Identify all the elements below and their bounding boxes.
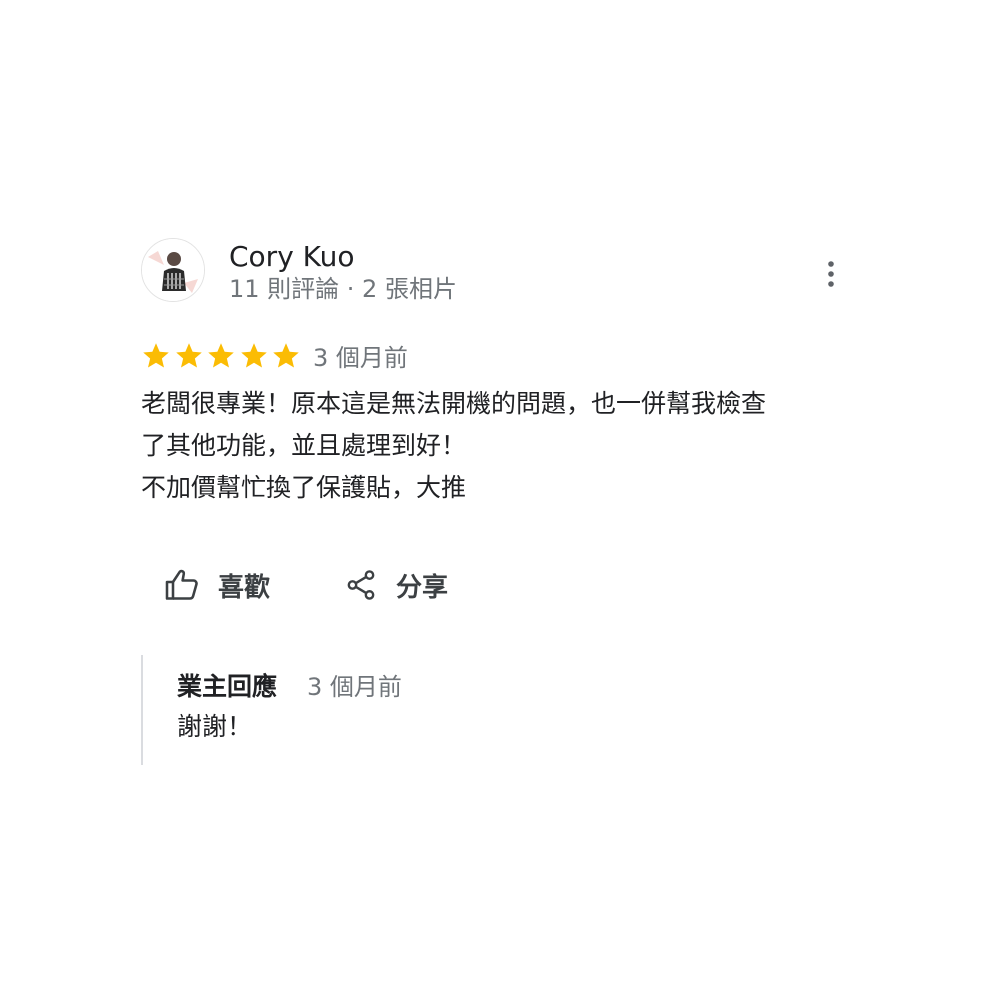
share-button[interactable]: 分享 — [344, 562, 448, 608]
star-icon — [273, 343, 299, 368]
more-vert-icon — [828, 261, 834, 287]
owner-reply: 業主回應 3 個月前 謝謝！ — [141, 655, 843, 765]
review-text-line: 不加價幫忙換了保護貼，大推 — [141, 473, 467, 502]
review-time: 3 個月前 — [313, 344, 408, 372]
reviewer-name[interactable]: Cory Kuo — [229, 239, 355, 275]
share-icon — [347, 570, 375, 600]
star-icon — [143, 343, 169, 368]
review-card: Cory Kuo 11 則評論 · 2 張相片 3 個月前 老闆很專業！原本這是… — [0, 0, 1000, 1000]
review-text: 老闆很專業！原本這是無法開機的問題，也一併幫我檢查 了其他功能，並且處理到好！ … — [141, 383, 871, 509]
review-text-line: 了其他功能，並且處理到好！ — [141, 431, 467, 460]
thumbs-up-icon — [165, 569, 198, 600]
share-label: 分享 — [396, 572, 449, 603]
avatar-photo-icon — [142, 239, 204, 301]
star-icon — [175, 343, 202, 368]
owner-reply-time: 3 個月前 — [307, 673, 402, 701]
like-label: 喜歡 — [218, 572, 271, 603]
review-text-line: 老闆很專業！原本這是無法開機的問題，也一併幫我檢查 — [141, 389, 767, 418]
star-icon — [208, 343, 234, 368]
star-rating — [141, 340, 304, 372]
owner-reply-text: 謝謝！ — [177, 712, 253, 741]
more-options-button[interactable] — [812, 254, 850, 294]
avatar[interactable] — [141, 238, 205, 302]
star-icon — [240, 343, 267, 368]
like-button[interactable]: 喜歡 — [164, 562, 270, 608]
reviewer-meta: 11 則評論 · 2 張相片 — [229, 275, 457, 303]
owner-reply-title: 業主回應 — [177, 672, 278, 701]
